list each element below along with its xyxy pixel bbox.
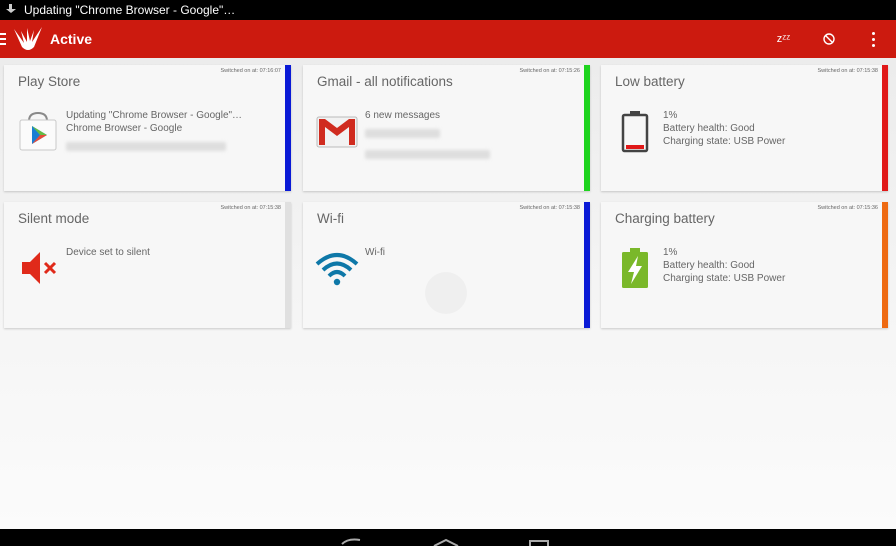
low-battery-icon — [621, 111, 649, 153]
overflow-menu-icon — [872, 31, 875, 35]
snooze-button[interactable]: zᶻᶻ — [761, 20, 806, 58]
switched-time: Switched on at: 07:16:07 — [220, 68, 281, 74]
bird-logo-icon — [14, 27, 42, 50]
card-line: Charging state: USB Power — [663, 273, 786, 284]
card-title: Play Store — [18, 74, 81, 89]
card-gmail[interactable]: Switched on at: 07:15:26 Gmail - all not… — [303, 65, 590, 191]
gmail-icon — [316, 116, 358, 148]
switched-time: Switched on at: 07:15:38 — [817, 68, 878, 74]
card-title: Silent mode — [18, 211, 90, 226]
card-title: Wi-fi — [317, 211, 344, 226]
speaker-muted-icon — [22, 252, 57, 284]
card-line: Device set to silent — [66, 247, 150, 258]
charging-battery-icon — [622, 248, 648, 288]
card-line: Wi-fi — [365, 247, 385, 258]
card-wifi[interactable]: Switched on at: 07:15:38 Wi-fi Wi-fi — [303, 202, 590, 328]
card-color-stripe — [584, 65, 590, 191]
switched-time: Switched on at: 07:15:36 — [817, 205, 878, 211]
card-line: 1% — [663, 110, 678, 121]
download-icon — [6, 4, 16, 16]
card-color-stripe — [285, 65, 291, 191]
play-store-icon — [19, 111, 57, 151]
card-line: 6 new messages — [365, 110, 441, 121]
wifi-icon — [315, 253, 359, 286]
card-charging-battery[interactable]: Switched on at: 07:15:36 Charging batter… — [601, 202, 888, 328]
card-play-store[interactable]: Switched on at: 07:16:07 Play Store Upda… — [4, 65, 291, 191]
card-title: Charging battery — [615, 211, 715, 226]
card-color-stripe — [882, 65, 888, 191]
page-title: Active — [50, 31, 93, 47]
card-line: Battery health: Good — [663, 123, 755, 134]
card-line: Updating "Chrome Browser - Google"… — [66, 110, 243, 121]
card-line: Chrome Browser - Google — [66, 123, 183, 134]
back-icon[interactable] — [340, 538, 362, 546]
rule-list: Switched on at: 07:16:07 Play Store Upda… — [0, 58, 896, 529]
switched-time: Switched on at: 07:15:38 — [220, 205, 281, 211]
home-icon[interactable] — [432, 538, 460, 546]
touch-ripple — [425, 272, 467, 314]
blurred-text — [365, 129, 440, 138]
card-line: 1% — [663, 247, 678, 258]
snooze-icon: zᶻᶻ — [776, 33, 791, 45]
status-bar: Updating "Chrome Browser - Google"… — [0, 0, 896, 20]
card-low-battery[interactable]: Switched on at: 07:15:38 Low battery 1% … — [601, 65, 888, 191]
card-line: Charging state: USB Power — [663, 136, 786, 147]
card-silent-mode[interactable]: Switched on at: 07:15:38 Silent mode Dev… — [4, 202, 291, 328]
card-color-stripe — [882, 202, 888, 328]
overflow-menu-button[interactable] — [851, 20, 896, 58]
blurred-text — [66, 142, 226, 151]
action-bar: Active zᶻᶻ — [0, 20, 896, 58]
status-notification-text: Updating "Chrome Browser - Google"… — [24, 3, 236, 17]
card-line: Battery health: Good — [663, 260, 755, 271]
card-title: Low battery — [615, 74, 685, 89]
block-icon — [822, 33, 835, 45]
switched-time: Switched on at: 07:15:38 — [519, 205, 580, 211]
recents-icon[interactable] — [528, 539, 550, 546]
card-color-stripe — [584, 202, 590, 328]
block-button[interactable] — [806, 20, 851, 58]
card-title: Gmail - all notifications — [317, 74, 453, 89]
navigation-bar — [0, 529, 896, 546]
switched-time: Switched on at: 07:15:26 — [519, 68, 580, 74]
card-color-stripe — [285, 202, 291, 328]
drawer-menu-icon[interactable] — [0, 33, 6, 45]
blurred-text — [365, 150, 490, 159]
